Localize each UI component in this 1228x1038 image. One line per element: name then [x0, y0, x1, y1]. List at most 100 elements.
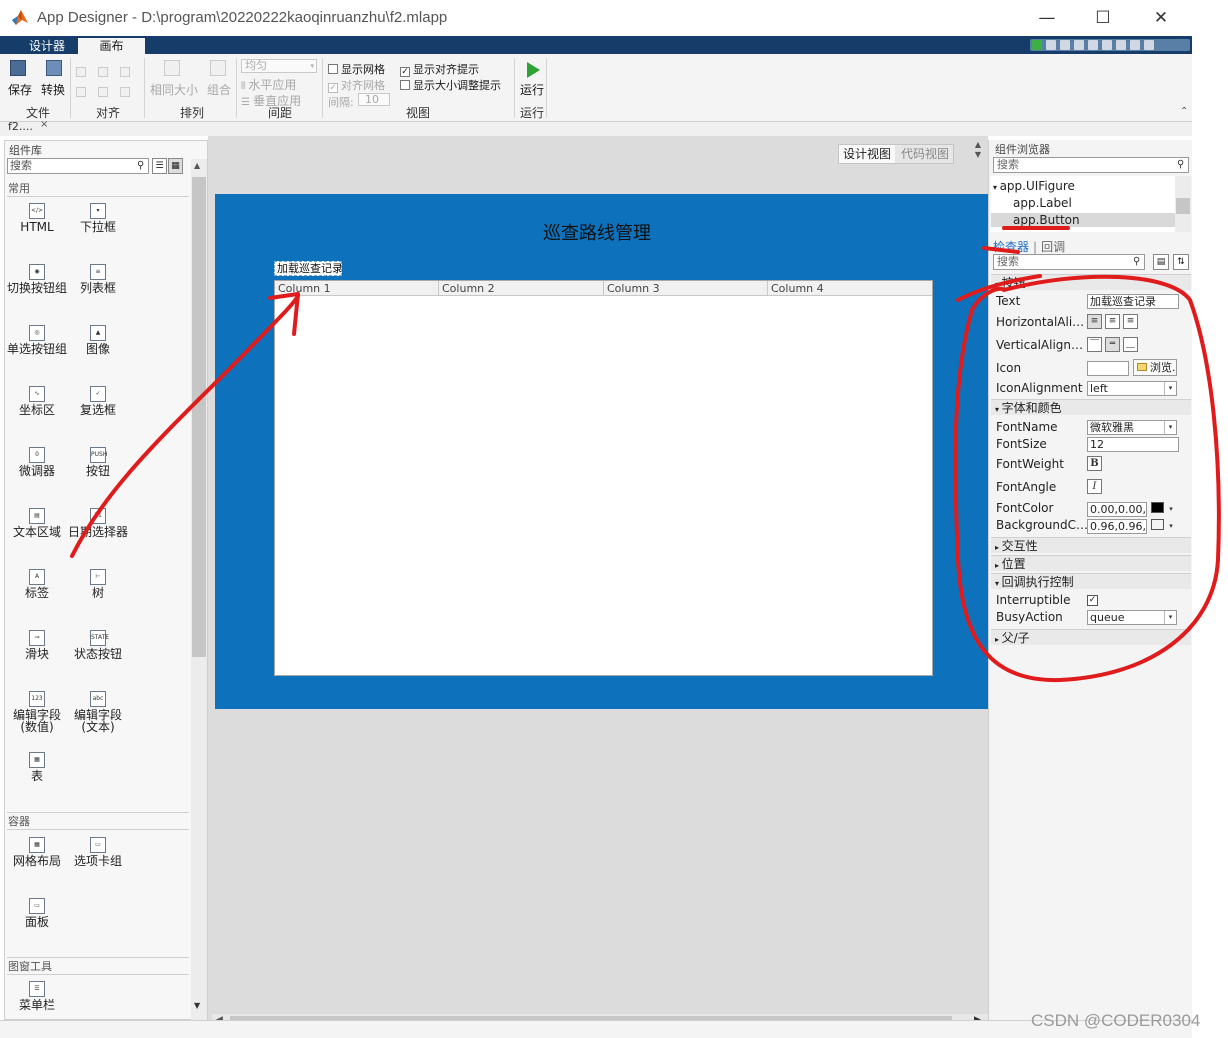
section-parent-child[interactable]: ▸ 父/子 [991, 629, 1191, 645]
ui-table[interactable]: Column 1 Column 2 Column 3 Column 4 [274, 280, 933, 676]
bold-toggle-icon[interactable]: B [1087, 456, 1102, 471]
table-column-header[interactable]: Column 2 [439, 281, 604, 296]
tab-inspector[interactable]: 检查器 [993, 240, 1029, 254]
collapse-ribbon-icon[interactable]: ⌃ [1180, 106, 1188, 117]
scroll-down-icon[interactable]: ▼ [194, 1001, 200, 1010]
section-font-color[interactable]: ▾ 字体和颜色 [991, 399, 1191, 415]
component-tile[interactable]: ⊢ 树 [67, 569, 129, 599]
align-left-icon[interactable]: ≡ [1087, 314, 1102, 329]
align-top-icon[interactable]: ⎺ [1087, 337, 1102, 352]
show-align-hints-checkbox[interactable]: ✓ 显示对齐提示 [400, 61, 479, 77]
grid-view-icon[interactable]: ▦ [168, 158, 183, 174]
group-view-icon[interactable]: ▤ [1153, 254, 1169, 270]
component-tile[interactable]: ≡ 列表框 [67, 264, 129, 294]
interruptible-checkbox[interactable]: ✓ [1087, 595, 1098, 606]
align-right-icon[interactable] [120, 64, 130, 78]
align-center-icon[interactable] [98, 64, 108, 78]
interval-spinner[interactable]: 10 [358, 93, 390, 106]
component-tile[interactable]: ▭ 面板 [6, 898, 68, 928]
redo-icon[interactable] [1116, 40, 1126, 50]
component-tile[interactable]: 31 日期选择器 [67, 508, 129, 538]
component-tile[interactable]: ▭ 选项卡组 [67, 837, 129, 867]
section-callback-control[interactable]: ▾ 回调执行控制 [991, 573, 1191, 589]
section-containers[interactable]: 容器 [7, 812, 189, 830]
tree-scrollbar-thumb[interactable] [1176, 198, 1190, 214]
horizontal-apply-button[interactable]: ⫴ 水平应用 [241, 76, 296, 93]
save-icon[interactable] [1046, 40, 1056, 50]
chevron-down-icon[interactable]: ▾ [1165, 520, 1177, 533]
component-tile[interactable]: ☰ 菜单栏 [6, 981, 68, 1011]
snap-grid-checkbox[interactable]: ✓ 对齐网格 [328, 77, 385, 93]
tab-callbacks[interactable]: 回调 [1041, 240, 1065, 254]
align-top-icon[interactable] [76, 84, 86, 98]
component-tile[interactable]: ▲ 图像 [67, 325, 129, 355]
chevron-down-icon[interactable]: ▾ [1164, 421, 1176, 434]
spacing-dropdown[interactable]: 均匀 ▾ [241, 59, 317, 73]
scroll-up-icon[interactable]: ▲ [194, 161, 200, 170]
component-tile[interactable]: ▤ 文本区域 [6, 508, 68, 538]
same-size-button[interactable]: 相同大小 [150, 81, 198, 98]
align-right-icon[interactable]: ≡ [1123, 314, 1138, 329]
figure-title-label[interactable]: 巡查路线管理 [543, 219, 651, 245]
component-tile[interactable]: ⊸ 滑块 [6, 630, 68, 660]
component-tile[interactable]: ◉ 切换按钮组 [6, 264, 68, 294]
show-grid-checkbox[interactable]: 显示网格 [328, 61, 385, 77]
help-icon[interactable] [1144, 40, 1154, 50]
canvas-scroll-arrows-icon[interactable]: ▲ ▼ [970, 140, 986, 164]
chevron-down-icon[interactable]: ▾ [1165, 503, 1177, 516]
prop-fontsize-input[interactable]: 12 [1087, 437, 1179, 452]
design-view-button[interactable]: 设计视图 [839, 145, 895, 163]
tree-item-uifigure[interactable]: ▾ app.UIFigure [993, 179, 1075, 193]
chevron-down-icon[interactable]: ▾ [1164, 611, 1176, 624]
italic-toggle-icon[interactable]: I [1087, 479, 1102, 494]
section-common[interactable]: 常用 [7, 180, 189, 197]
run-icon[interactable] [1032, 40, 1042, 50]
table-column-header[interactable]: Column 3 [604, 281, 768, 296]
background-color-swatch[interactable] [1151, 519, 1164, 530]
cut-icon[interactable] [1060, 40, 1070, 50]
component-tile[interactable]: ▦ 表 [6, 752, 68, 782]
same-size-icon[interactable] [164, 60, 180, 76]
layout-icon[interactable] [1130, 40, 1140, 50]
align-middle-icon[interactable] [98, 84, 108, 98]
save-icon[interactable] [10, 60, 26, 76]
tree-item-label[interactable]: app.Label [1013, 196, 1072, 210]
library-search-input[interactable]: 搜索 [7, 158, 149, 174]
document-tab[interactable]: f2.... [8, 120, 33, 133]
close-button[interactable]: ✕ [1138, 4, 1184, 32]
section-figure-tools[interactable]: 图窗工具 [7, 957, 189, 975]
section-interactivity[interactable]: ▸ 交互性 [991, 537, 1191, 553]
run-button[interactable]: 运行 [520, 81, 544, 98]
component-tile[interactable]: STATE 状态按钮 [67, 630, 129, 660]
component-tile[interactable]: 0 微调器 [6, 447, 68, 477]
convert-button[interactable]: 转换 [41, 81, 65, 98]
tab-canvas[interactable]: 画布 [78, 38, 145, 54]
align-left-icon[interactable] [76, 64, 86, 78]
inspector-search-input[interactable]: 搜索 [993, 254, 1145, 270]
align-bottom-icon[interactable] [120, 84, 130, 98]
font-color-swatch[interactable] [1151, 502, 1164, 513]
convert-icon[interactable] [46, 60, 62, 76]
table-column-header[interactable]: Column 4 [768, 281, 932, 296]
prop-text-input[interactable]: 加载巡查记录 [1087, 294, 1179, 309]
ui-figure[interactable]: 巡查路线管理 加载巡查记录 Column 1 Column 2 Column 3… [215, 194, 988, 709]
component-tile[interactable]: 123 编辑字段(数值) [6, 691, 68, 733]
browser-search-input[interactable]: 搜索 [993, 157, 1189, 173]
run-icon[interactable] [527, 62, 540, 78]
close-tab-icon[interactable]: × [40, 119, 48, 130]
show-resize-hints-checkbox[interactable]: 显示大小调整提示 [400, 77, 501, 93]
align-bottom-icon[interactable]: ⎽ [1123, 337, 1138, 352]
group-button[interactable]: 组合 [207, 81, 231, 98]
component-tile[interactable]: ▾ 下拉框 [67, 203, 129, 233]
component-tile[interactable]: PUSH 按钮 [67, 447, 129, 477]
align-middle-icon[interactable]: ═ [1105, 337, 1120, 352]
chevron-down-icon[interactable]: ▾ [1164, 382, 1176, 395]
tree-item-button[interactable]: app.Button [991, 213, 1175, 227]
sort-icon[interactable]: ⇅ [1173, 254, 1189, 270]
save-button[interactable]: 保存 [8, 81, 32, 98]
undo-icon[interactable] [1102, 40, 1112, 50]
component-tile[interactable]: ∿ 坐标区 [6, 386, 68, 416]
component-tile[interactable]: </> HTML [6, 203, 68, 233]
group-icon[interactable] [210, 60, 226, 76]
component-tile[interactable]: abc 编辑字段(文本) [67, 691, 129, 733]
